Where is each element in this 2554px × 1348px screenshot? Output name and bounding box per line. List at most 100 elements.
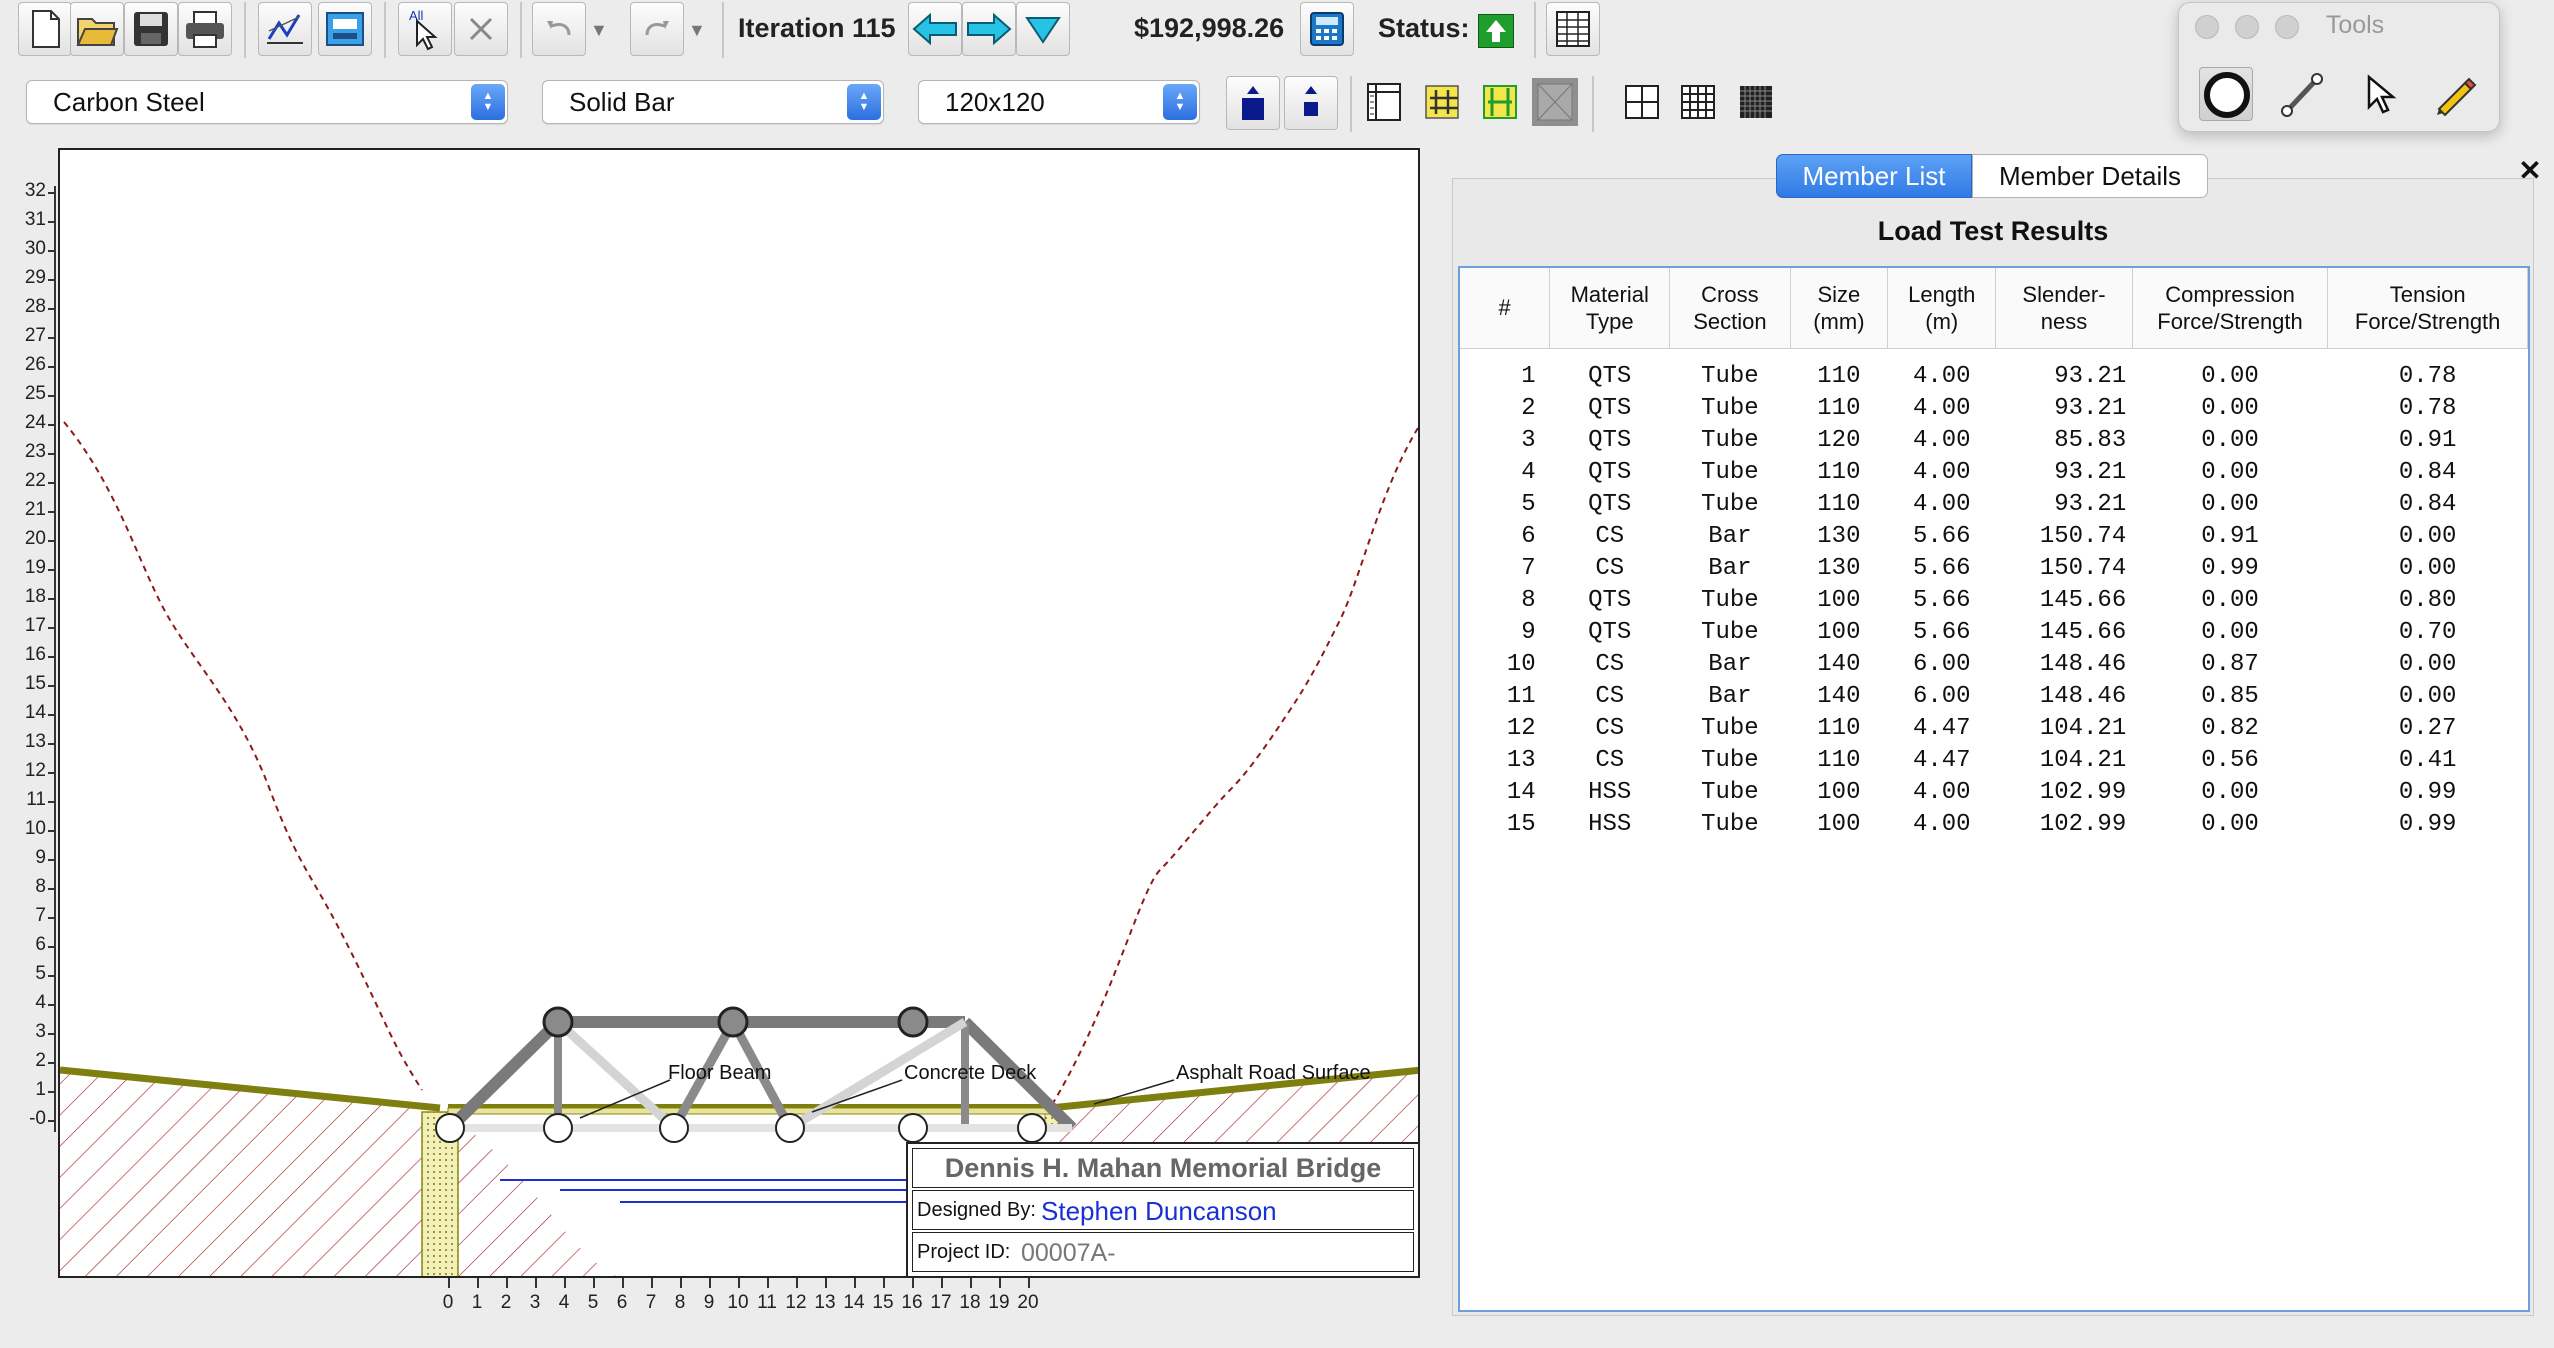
y-axis-label: 11: [26, 789, 46, 810]
member-list-toggle[interactable]: [1480, 80, 1520, 124]
x-axis-label: 14: [843, 1292, 865, 1313]
table-row[interactable]: 15 HSS Tube 100 4.00 102.99 0.00 0.99: [1460, 808, 2528, 840]
table-row[interactable]: 8 QTS Tube 100 5.66 145.66 0.00 0.80: [1460, 584, 2528, 616]
y-axis-label: 6: [35, 934, 46, 955]
design-report-button[interactable]: [318, 2, 372, 56]
joint-tool-button[interactable]: [2199, 67, 2253, 121]
table-row[interactable]: 13 CS Tube 110 4.47 104.21 0.56 0.41: [1460, 744, 2528, 776]
status-indicator[interactable]: [1478, 14, 1514, 48]
y-axis-label: 24: [24, 412, 46, 433]
increase-size-button[interactable]: [1226, 76, 1280, 130]
table-row[interactable]: 12 CS Tube 110 4.47 104.21 0.82 0.27: [1460, 712, 2528, 744]
redo-dropdown-icon[interactable]: ▼: [688, 20, 706, 41]
cross-section-select[interactable]: Solid Bar ▲ ▼: [542, 80, 884, 124]
table-row[interactable]: 10 CS Bar 140 6.00 148.46 0.87 0.00: [1460, 648, 2528, 680]
x-axis-tick: [709, 1278, 711, 1288]
decrease-size-button[interactable]: [1284, 76, 1338, 130]
table-cell: 0.00: [2201, 810, 2259, 838]
new-document-button[interactable]: [18, 2, 72, 56]
table-cell: 9: [1521, 618, 1536, 646]
forward-arrow-icon: [967, 12, 1012, 46]
column-header[interactable]: Size (mm): [1790, 268, 1889, 349]
medium-grid-button[interactable]: [1678, 80, 1718, 124]
undo-button[interactable]: [532, 2, 586, 56]
delete-button[interactable]: [454, 2, 508, 56]
table-row[interactable]: 3 QTS Tube 120 4.00 85.83 0.00 0.91: [1460, 424, 2528, 456]
select-all-button[interactable]: All: [398, 2, 452, 56]
member-tool-button[interactable]: [2275, 67, 2329, 121]
table-row[interactable]: 9 QTS Tube 100 5.66 145.66 0.00 0.70: [1460, 616, 2528, 648]
column-header[interactable]: Length (m): [1887, 268, 1997, 349]
table-row[interactable]: 1 QTS Tube 110 4.00 93.21 0.00 0.78: [1460, 360, 2528, 392]
joint[interactable]: [717, 1006, 749, 1038]
save-button[interactable]: [124, 2, 178, 56]
joint[interactable]: [543, 1113, 573, 1143]
table-cell: QTS: [1588, 394, 1632, 422]
eraser-tool-button[interactable]: [2427, 67, 2481, 121]
member-size-select[interactable]: 120x120 ▲ ▼: [918, 80, 1200, 124]
y-axis-label: 26: [24, 354, 46, 375]
table-cell: 0.78: [2398, 394, 2457, 422]
column-header[interactable]: #: [1460, 268, 1551, 349]
joint[interactable]: [542, 1006, 574, 1038]
grid-labels-toggle[interactable]: [1422, 80, 1462, 124]
table-row[interactable]: 11 CS Bar 140 6.00 148.46 0.85 0.00: [1460, 680, 2528, 712]
table-row[interactable]: 4 QTS Tube 110 4.00 93.21 0.00 0.84: [1460, 456, 2528, 488]
y-axis-label: 8: [35, 876, 46, 897]
table-cell: CS: [1595, 522, 1625, 550]
x-axis-label: 5: [587, 1292, 599, 1313]
table-row[interactable]: 2 QTS Tube 110 4.00 93.21 0.00 0.78: [1460, 392, 2528, 424]
table-cell: 140: [1817, 650, 1861, 678]
material-select[interactable]: Carbon Steel ▲ ▼: [26, 80, 508, 124]
minimize-window-dot[interactable]: [2235, 15, 2259, 39]
load-test-table: # Material Type Cross Section Size (mm) Length(…: [1460, 268, 2528, 840]
iteration-menu-button[interactable]: [1016, 2, 1070, 56]
member-table-button[interactable]: [1546, 2, 1600, 56]
y-axis-tick: [48, 279, 56, 281]
table-row[interactable]: 5 QTS Tube 110 4.00 93.21 0.00 0.84: [1460, 488, 2528, 520]
column-header[interactable]: Slender-ness: [1995, 268, 2133, 349]
table-row[interactable]: 14 HSS Tube 100 4.00 102.99 0.00 0.99: [1460, 776, 2528, 808]
table-row[interactable]: 6 CS Bar 130 5.66 150.74 0.91 0.00: [1460, 520, 2528, 552]
redo-button[interactable]: [630, 2, 684, 56]
column-header[interactable]: Cross Section: [1669, 268, 1791, 349]
forward-iteration-button[interactable]: [962, 2, 1016, 56]
y-axis-label: 20: [24, 528, 46, 549]
back-iteration-button[interactable]: [908, 2, 962, 56]
table-cell: 0.00: [2201, 618, 2259, 646]
table-cell: Tube: [1701, 810, 1759, 838]
tab-member-details[interactable]: Member Details: [1972, 154, 2208, 198]
coarse-grid-button[interactable]: [1622, 80, 1662, 124]
table-cell: QTS: [1588, 362, 1632, 390]
undo-dropdown-icon[interactable]: ▼: [590, 20, 608, 41]
table-cell: 100: [1817, 586, 1861, 614]
load-test-button[interactable]: [258, 2, 312, 56]
select-tool-button[interactable]: [2351, 67, 2405, 121]
zoom-window-dot[interactable]: [2275, 15, 2299, 39]
table-cell: 0.91: [2398, 426, 2457, 454]
joint[interactable]: [897, 1006, 929, 1038]
x-axis-label: 7: [645, 1292, 657, 1313]
joint[interactable]: [659, 1113, 689, 1143]
cost-calculator-button[interactable]: [1300, 2, 1354, 56]
template-toggle[interactable]: [1532, 78, 1578, 126]
bridge-drawing-canvas[interactable]: Floor Beam Concrete Deck Asphalt Road Su…: [58, 148, 1420, 1278]
joint[interactable]: [1017, 1113, 1047, 1143]
column-header[interactable]: Tension Force/Strength: [2327, 268, 2528, 349]
column-header[interactable]: Compression Force/Strength: [2132, 268, 2329, 349]
joint[interactable]: [898, 1113, 928, 1143]
joint[interactable]: [775, 1113, 805, 1143]
table-row[interactable]: 7 CS Bar 130 5.66 150.74 0.99 0.00: [1460, 552, 2528, 584]
x-axis-label: 3: [529, 1292, 541, 1313]
fine-grid-button[interactable]: [1736, 80, 1776, 124]
tab-member-list[interactable]: Member List: [1776, 154, 1972, 198]
column-header[interactable]: Material Type: [1549, 268, 1671, 349]
joint[interactable]: [435, 1113, 465, 1143]
y-axis-tick: [48, 975, 56, 977]
open-button[interactable]: [70, 2, 124, 56]
x-axis-label: 13: [814, 1292, 836, 1313]
rulers-toggle[interactable]: [1364, 80, 1404, 124]
toolbar-separator: [1350, 76, 1352, 132]
print-button[interactable]: [178, 2, 232, 56]
close-window-dot[interactable]: [2195, 15, 2219, 39]
